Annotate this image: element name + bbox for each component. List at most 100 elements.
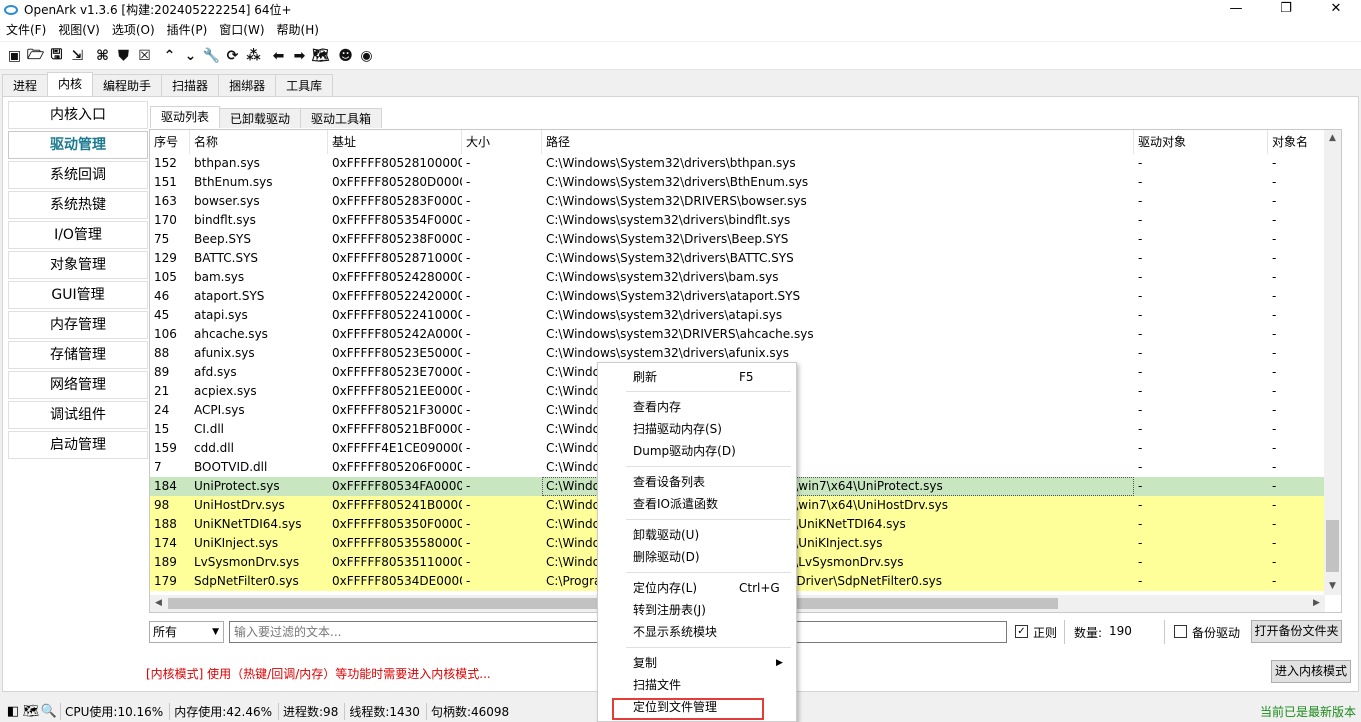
sidebar-item-system-callback[interactable]: 系统回调 [8,161,148,189]
table-row[interactable]: 105 bam.sys 0xFFFFF80524280000- C:\Windows\… [150,268,1325,287]
vertical-scrollbar[interactable]: ▲ ▼ [1324,130,1341,595]
table-row[interactable]: 46 ataport.SYS 0xFFFFF80522420000- C:\Windo… [150,287,1325,306]
restore-icon[interactable]: ❐ [1261,0,1311,19]
arrow-left-icon[interactable]: ⬅ [268,45,289,67]
tab-process[interactable]: 进程 [2,74,49,96]
menu-item-label: 刷新 [633,370,658,384]
sidebar-item-driver-manager[interactable]: 驱动管理 [8,131,148,159]
regex-checkbox[interactable]: ✓ [1015,625,1028,638]
sidebar-item-kernel-entry[interactable]: 内核入口 [8,101,148,129]
cell-obj: - [1138,498,1143,512]
menu-item-copy[interactable]: 复制 ▶ [633,653,793,673]
open-backup-folder-button[interactable]: 打开备份文件夹 [1251,620,1342,643]
cell-objname: - [1272,422,1277,436]
cell-objname: - [1272,555,1277,569]
column-header-index[interactable]: 序号 [150,130,190,154]
toggle-panel-icon[interactable]: ◧ [4,704,22,719]
column-header-base[interactable]: 基址 [328,130,462,154]
table-row[interactable]: 106 ahcache.sys 0xFFFFF805242A0000- C:\Wind… [150,325,1325,344]
scroll-up-icon[interactable]: ▲ [1324,130,1341,147]
menu-file[interactable]: 文件(F) [0,19,52,41]
scroll-right-icon[interactable]: ▶ [1308,595,1325,612]
scroll-down-icon[interactable]: ▼ [1324,578,1341,595]
close-icon[interactable]: ✕ [1311,0,1361,19]
network-icon[interactable]: ⌘ [92,45,113,67]
sidebar-item-memory-manager[interactable]: 内存管理 [8,311,148,339]
menu-item-view-device-list[interactable]: 查看设备列表 [633,472,793,492]
sidebar-item-network-manager[interactable]: 网络管理 [8,371,148,399]
sidebar-item-debug-component[interactable]: 调试组件 [8,401,148,429]
enter-kernel-mode-button[interactable]: 进入内核模式 [1271,660,1351,683]
table-row[interactable]: 163 bowser.sys 0xFFFFF805283F0000- C:\Windo… [150,192,1325,211]
menu-item-unload-driver[interactable]: 卸载驱动(U) [633,525,793,545]
menu-options[interactable]: 选项(O) [106,19,161,41]
sidebar-item-gui-manager[interactable]: GUI管理 [8,281,148,309]
scroll-left-icon[interactable]: ◀ [150,595,167,612]
save-icon[interactable]: 🖫 [46,45,67,67]
close-box-icon[interactable]: ☒ [134,45,155,67]
sidebar-item-object-manager[interactable]: 对象管理 [8,251,148,279]
menu-help[interactable]: 帮助(H) [271,19,325,41]
table-row[interactable]: 170 bindflt.sys 0xFFFFF805354F0000- C:\Wind… [150,211,1325,230]
column-header-size[interactable]: 大小 [462,130,542,154]
cell-name: atapi.sys [194,308,248,322]
menu-item-locate-memory[interactable]: 定位内存(L) Ctrl+G [633,578,793,598]
chevron-down-icon[interactable]: ⌄ [180,45,201,67]
column-header-path[interactable]: 路径⌄ [542,130,1134,154]
tab-driver-list[interactable]: 驱动列表 [150,106,221,128]
tab-coding-helper[interactable]: 编程助手 [92,74,163,96]
window-controls: — ❐ ✕ [1211,0,1361,19]
vertical-scroll-thumb[interactable] [1326,520,1339,572]
sidebar-item-startup-manager[interactable]: 启动管理 [8,431,148,459]
tab-bundler[interactable]: 捆绑器 [218,74,277,96]
console-icon[interactable]: ▣ [4,45,25,67]
sidebar-item-storage-manager[interactable]: 存储管理 [8,341,148,369]
sidebar-item-io-manager[interactable]: I/O管理 [8,221,148,249]
column-header-name[interactable]: 名称 [190,130,328,154]
menu-item-scan-driver-memory[interactable]: 扫描驱动内存(S) [633,419,793,439]
map-icon[interactable]: 🗺 [310,45,331,67]
chevron-up-icon[interactable]: ⌃ [159,45,180,67]
tab-driver-toolbox[interactable]: 驱动工具箱 [300,108,383,128]
cell-name: SdpNetFilter0.sys [194,574,299,588]
folder-open-icon[interactable]: 🗁 [25,45,46,67]
filter-scope-select[interactable]: 所有 ▼ [149,621,224,643]
menu-window[interactable]: 窗口(W) [213,19,270,41]
menu-item-view-memory[interactable]: 查看内存 [633,397,793,417]
table-row[interactable]: 152 bthpan.sys 0xFFFFF80528100000- C:\Windo… [150,154,1325,173]
tab-toolkit[interactable]: 工具库 [275,74,334,96]
export-icon[interactable]: ⇲ [67,45,88,67]
wrench-icon[interactable]: 🔧 [201,45,222,67]
map-icon[interactable]: 🗺 [22,704,40,719]
menu-item-dump-driver-memory[interactable]: Dump驱动内存(D) [633,441,793,461]
menu-view[interactable]: 视图(V) [52,19,106,41]
menu-item-scan-file[interactable]: 扫描文件 [633,675,793,695]
minimize-icon[interactable]: — [1211,0,1261,19]
face-icon[interactable]: ☻ [335,45,356,67]
table-row[interactable]: 129 BATTC.SYS 0xFFFFF80528710000- C:\Window… [150,249,1325,268]
tab-scanner[interactable]: 扫描器 [161,74,220,96]
refresh-icon[interactable]: ⟳ [222,45,243,67]
grid-icon[interactable]: ⁂ [243,45,264,67]
search-icon[interactable]: 🔍 [40,704,58,719]
table-row[interactable]: 45 atapi.sys 0xFFFFF80522410000- C:\Windows… [150,306,1325,325]
menu-item-hide-system-modules[interactable]: 不显示系统模块 [633,622,793,642]
table-row[interactable]: 151 BthEnum.sys 0xFFFFF805280D0000- C:\Wind… [150,173,1325,192]
column-header-object-name[interactable]: 对象名 [1268,130,1325,154]
cell-obj: - [1138,365,1143,379]
tab-kernel[interactable]: 内核 [47,72,94,96]
menu-plugins[interactable]: 插件(P) [161,19,214,41]
menu-item-refresh[interactable]: 刷新 F5 [633,367,793,387]
table-row[interactable]: 75 Beep.SYS 0xFFFFF805238F0000- C:\Windows\… [150,230,1325,249]
column-header-driver-object[interactable]: 驱动对象 [1134,130,1268,154]
table-row[interactable]: 88 afunix.sys 0xFFFFF80523E50000- C:\Window… [150,344,1325,363]
tab-unloaded-drivers[interactable]: 已卸载驱动 [219,108,302,128]
menu-item-goto-registry[interactable]: 转到注册表(J) [633,600,793,620]
sidebar-item-system-hotkey[interactable]: 系统热键 [8,191,148,219]
menu-item-delete-driver[interactable]: 删除驱动(D) [633,547,793,567]
backup-driver-checkbox[interactable] [1174,625,1187,638]
shield-icon[interactable]: ⛊ [113,45,134,67]
menu-item-view-io-dispatch[interactable]: 查看IO派遣函数 [633,494,793,514]
github-icon[interactable]: ◉ [356,45,377,67]
arrow-right-icon[interactable]: ➡ [289,45,310,67]
